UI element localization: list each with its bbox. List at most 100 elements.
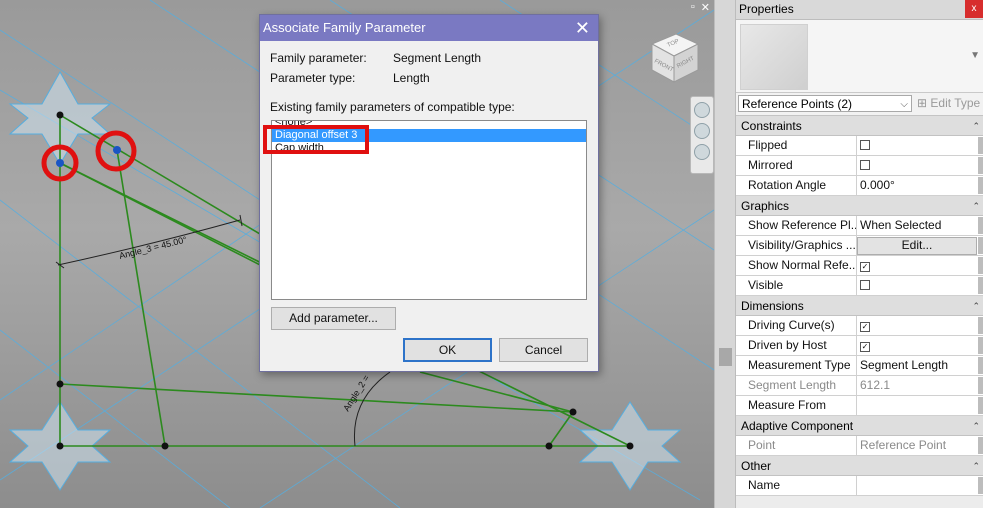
property-checkbox[interactable]: ✓ (860, 322, 870, 332)
edit-type-label: Edit Type (930, 96, 981, 110)
pan-icon[interactable] (694, 144, 710, 160)
property-row: Flipped (736, 136, 983, 156)
type-preview: ▼ (736, 20, 983, 93)
add-parameter-button[interactable]: Add parameter... (271, 307, 396, 330)
property-group-header[interactable]: Constraints ⌃ (736, 116, 983, 136)
row-edge-tab (978, 157, 983, 174)
property-row: Show Normal Refe... ✓ (736, 256, 983, 276)
property-value-text: When Selected (860, 218, 942, 232)
property-group-label: Dimensions (741, 299, 804, 313)
property-value[interactable] (857, 276, 983, 295)
close-properties-icon[interactable]: x (965, 0, 983, 18)
angle-label-3: Angle_3 = 45.00° (118, 234, 188, 261)
property-row: Visible (736, 276, 983, 296)
property-group-label: Constraints (741, 119, 802, 133)
dialog-titlebar[interactable]: Associate Family Parameter ✕ (260, 15, 598, 41)
property-row: Mirrored (736, 156, 983, 176)
property-checkbox[interactable] (860, 280, 870, 290)
property-group-label: Other (741, 459, 772, 473)
row-edge-tab (978, 217, 983, 234)
collapse-icon[interactable]: ⌃ (972, 196, 980, 216)
panel-splitter[interactable] (714, 0, 736, 508)
property-name: Visibility/Graphics ... (736, 236, 857, 255)
close-view-icon[interactable]: ✕ (701, 1, 710, 14)
property-group-header[interactable]: Other ⌃ (736, 456, 983, 476)
property-value[interactable]: 0.000° (857, 176, 983, 195)
property-row: Visibility/Graphics ... Edit... (736, 236, 983, 256)
property-value[interactable] (857, 476, 983, 495)
property-row: Measurement Type Segment Length (736, 356, 983, 376)
properties-header: Properties x (736, 0, 983, 20)
property-value[interactable] (857, 156, 983, 175)
property-row: Rotation Angle 0.000° (736, 176, 983, 196)
property-checkbox[interactable] (860, 160, 870, 170)
row-edge-tab (978, 237, 983, 254)
ok-button[interactable]: OK (403, 338, 492, 362)
collapse-icon[interactable]: ⌃ (972, 116, 980, 136)
property-name: Mirrored (736, 156, 857, 175)
property-checkbox[interactable] (860, 140, 870, 150)
property-value-text: Segment Length (860, 358, 949, 372)
property-value[interactable]: ✓ (857, 336, 983, 355)
property-value: Reference Point (857, 436, 983, 455)
properties-panel: Properties x ▼ Reference Points (2) ⌵ ⊞ … (736, 0, 983, 508)
property-group-header[interactable]: Adaptive Component ⌃ (736, 416, 983, 436)
type-selector[interactable]: Reference Points (2) ⌵ (738, 95, 912, 112)
row-edge-tab (978, 137, 983, 154)
type-thumbnail-icon (740, 24, 808, 90)
family-parameter-label: Family parameter: (270, 51, 367, 65)
property-name: Driven by Host (736, 336, 857, 355)
visibility-edit-button[interactable]: Edit... (857, 237, 977, 255)
property-value: 612.1 (857, 376, 983, 395)
property-value[interactable] (857, 396, 983, 415)
navigation-bar[interactable] (690, 96, 714, 174)
property-value[interactable]: ✓ (857, 256, 983, 275)
property-row: Measure From (736, 396, 983, 416)
angle-label-2: Angle_2 = (341, 373, 371, 413)
property-value[interactable]: ✓ (857, 316, 983, 335)
associate-family-parameter-dialog: Associate Family Parameter ✕ Family para… (259, 14, 599, 372)
property-value[interactable]: Edit... (857, 236, 983, 255)
property-group-header[interactable]: Dimensions ⌃ (736, 296, 983, 316)
property-value[interactable] (857, 136, 983, 155)
edit-type-button[interactable]: ⊞ Edit Type (917, 95, 980, 112)
property-group-label: Adaptive Component (741, 419, 854, 433)
property-checkbox[interactable]: ✓ (860, 262, 870, 272)
row-edge-tab (978, 397, 983, 414)
family-parameter-value: Segment Length (393, 51, 482, 65)
property-name: Segment Length (736, 376, 857, 395)
zoom-icon[interactable] (694, 123, 710, 139)
close-icon[interactable]: ✕ (575, 15, 590, 41)
restore-icon[interactable]: ▫ (691, 1, 695, 14)
viewcube[interactable]: TOP FRONT RIGHT (646, 30, 702, 86)
property-value[interactable]: Segment Length (857, 356, 983, 375)
collapse-icon[interactable]: ⌃ (972, 296, 980, 316)
property-row: Name (736, 476, 983, 496)
property-value[interactable]: When Selected (857, 216, 983, 235)
property-name: Driving Curve(s) (736, 316, 857, 335)
property-row: Show Reference Pl... When Selected (736, 216, 983, 236)
property-name: Point (736, 436, 857, 455)
steering-wheel-icon[interactable] (694, 102, 710, 118)
splitter-grip[interactable] (719, 348, 732, 366)
property-value-text: Reference Point (860, 438, 947, 452)
collapse-icon[interactable]: ⌃ (972, 416, 980, 436)
row-edge-tab (978, 277, 983, 294)
property-grid: Constraints ⌃ Flipped Mirrored Rotation Angl… (736, 116, 983, 496)
property-name: Rotation Angle (736, 176, 857, 195)
type-selector-bar: Reference Points (2) ⌵ ⊞ Edit Type (736, 93, 983, 116)
cancel-button[interactable]: Cancel (499, 338, 588, 362)
parameter-type-value: Length (393, 71, 430, 85)
property-name: Name (736, 476, 857, 495)
property-value-text: 0.000° (860, 178, 895, 192)
collapse-icon[interactable]: ⌃ (972, 456, 980, 476)
property-group-header[interactable]: Graphics ⌃ (736, 196, 983, 216)
chevron-down-icon[interactable]: ▼ (970, 50, 980, 61)
dialog-title: Associate Family Parameter (263, 20, 426, 35)
row-edge-tab (978, 477, 983, 494)
edit-type-icon: ⊞ (917, 96, 928, 110)
row-edge-tab (978, 377, 983, 394)
chevron-down-icon: ⌵ (900, 99, 908, 110)
property-checkbox[interactable]: ✓ (860, 342, 870, 352)
row-edge-tab (978, 337, 983, 354)
